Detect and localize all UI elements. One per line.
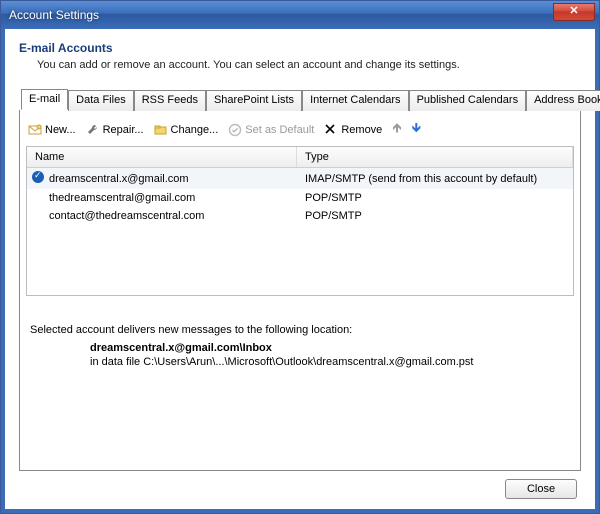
tab-email[interactable]: E-mail (21, 89, 68, 110)
remove-account-button[interactable]: Remove (324, 123, 382, 137)
tab-rss-feeds[interactable]: RSS Feeds (134, 90, 206, 111)
col-header-type[interactable]: Type (297, 147, 573, 167)
tab-data-files[interactable]: Data Files (68, 90, 134, 111)
account-name: dreamscentral.x@gmail.com (49, 173, 297, 185)
wrench-icon (86, 123, 100, 137)
account-name: contact@thedreamscentral.com (49, 210, 297, 222)
remove-x-icon (324, 123, 338, 137)
set-default-button: Set as Default (228, 123, 314, 137)
account-type: POP/SMTP (297, 192, 573, 204)
tab-strip: E-mail Data Files RSS Feeds SharePoint L… (19, 89, 581, 111)
delivery-location: dreamscentral.x@gmail.com\Inbox (90, 342, 574, 354)
change-account-label: Change... (171, 124, 219, 136)
new-account-button[interactable]: New... (28, 123, 76, 137)
account-name: thedreamscentral@gmail.com (49, 192, 297, 204)
section-heading: E-mail Accounts (19, 41, 581, 55)
account-type: POP/SMTP (297, 210, 573, 222)
window-title: Account Settings (9, 8, 99, 22)
close-icon: ✕ (569, 5, 578, 17)
repair-account-button[interactable]: Repair... (86, 123, 144, 137)
dialog-body: E-mail Accounts You can add or remove an… (1, 29, 599, 513)
tab-panel-email: New... Repair... Change... (19, 110, 581, 471)
new-account-label: New... (45, 124, 76, 136)
envelope-new-icon (28, 123, 42, 137)
delivery-lead: Selected account delivers new messages t… (30, 324, 574, 336)
tab-sharepoint-lists[interactable]: SharePoint Lists (206, 90, 302, 111)
move-down-button[interactable]: 🡻 (412, 119, 421, 141)
move-up-button: 🡹 (392, 119, 401, 141)
delivery-datafile-path: in data file C:\Users\Arun\...\Microsoft… (90, 356, 574, 368)
set-default-label: Set as Default (245, 124, 314, 136)
tab-address-books[interactable]: Address Books (526, 90, 600, 111)
change-account-button[interactable]: Change... (154, 123, 219, 137)
table-row[interactable]: thedreamscentral@gmail.com POP/SMTP (27, 189, 573, 207)
account-type: IMAP/SMTP (send from this account by def… (297, 173, 573, 185)
table-row[interactable]: dreamscentral.x@gmail.com IMAP/SMTP (sen… (27, 168, 573, 189)
table-header: Name Type (27, 147, 573, 168)
titlebar: Account Settings ✕ (1, 1, 599, 29)
table-row[interactable]: contact@thedreamscentral.com POP/SMTP (27, 207, 573, 225)
dialog-buttons: Close (19, 471, 581, 499)
close-window-button[interactable]: ✕ (553, 3, 595, 21)
section-subheading: You can add or remove an account. You ca… (37, 59, 581, 71)
accounts-toolbar: New... Repair... Change... (26, 116, 574, 146)
folder-change-icon (154, 123, 168, 137)
tab-published-calendars[interactable]: Published Calendars (409, 90, 527, 111)
default-account-icon (27, 171, 49, 186)
remove-account-label: Remove (341, 124, 382, 136)
repair-account-label: Repair... (103, 124, 144, 136)
account-settings-window: Account Settings ✕ E-mail Accounts You c… (0, 0, 600, 514)
tab-internet-calendars[interactable]: Internet Calendars (302, 90, 409, 111)
delivery-info: Selected account delivers new messages t… (26, 324, 574, 368)
close-button[interactable]: Close (505, 479, 577, 499)
accounts-table: Name Type dreamscentral.x@gmail.com IMAP… (26, 146, 574, 296)
check-circle-icon (228, 123, 242, 137)
col-header-name[interactable]: Name (27, 147, 297, 167)
